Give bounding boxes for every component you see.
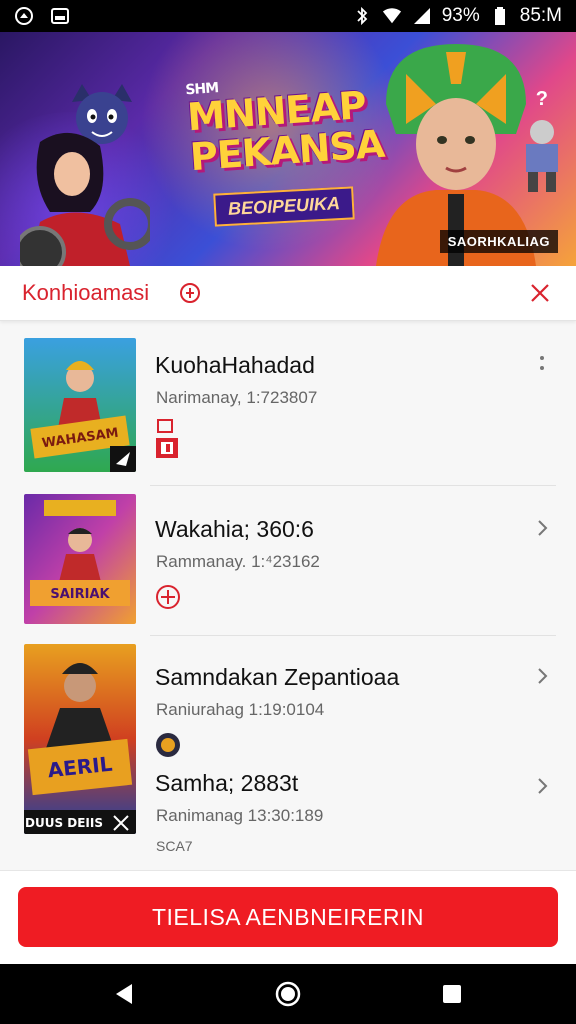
item-title: KuohaHahadad	[155, 352, 315, 378]
battery-icon	[490, 6, 510, 26]
recents-icon[interactable]	[438, 980, 466, 1008]
signal-icon	[412, 6, 432, 26]
bottom-sheet: Konhioamasi WAHASAM KuohaHahadad Nariman…	[0, 266, 576, 964]
target-icon	[156, 585, 180, 609]
close-button[interactable]	[526, 279, 554, 307]
home-icon[interactable]	[274, 980, 302, 1008]
calendar-icon	[156, 419, 178, 458]
wifi-icon	[382, 6, 402, 26]
list-item[interactable]: AERIL DUUS DEIIS Samndakan Zepantioaa Ra…	[0, 644, 576, 834]
trophy-icon	[156, 733, 180, 757]
chevron-right-icon[interactable]	[532, 666, 552, 686]
more-options-icon[interactable]	[532, 354, 552, 374]
cta-container: TIELISA AENBNEIRERIN	[0, 870, 576, 964]
promo-banner[interactable]: SHM MNNEAP PEKANSA BEOIPEUIKA ? SAORHKAL…	[0, 32, 576, 266]
banner-title: SHM MNNEAP PEKANSA	[185, 69, 401, 179]
sheet-header: Konhioamasi	[0, 266, 576, 321]
close-icon	[531, 284, 549, 302]
battery-percent: 93%	[441, 5, 480, 26]
banner-badge: SAORHKALIAG	[439, 230, 558, 253]
whatsapp-icon	[14, 6, 34, 26]
chevron-right-icon[interactable]	[532, 518, 552, 538]
bluetooth-icon	[352, 6, 372, 26]
item-subtitle: Rammanay. 1:⁴23162	[156, 552, 320, 571]
item-subtitle: Ranimanag 13:30:189	[156, 806, 324, 825]
game-thumbnail: SAIRIAK	[24, 494, 136, 624]
item-subtitle: Raniurahag 1:19:0104	[156, 700, 325, 719]
chevron-right-icon[interactable]	[532, 776, 552, 796]
back-icon[interactable]	[110, 980, 138, 1008]
help-icon[interactable]: ?	[536, 88, 548, 111]
robot-character-illustration	[526, 120, 558, 192]
status-bar: 93% 85:M	[0, 0, 576, 32]
game-thumbnail: WAHASAM	[24, 338, 136, 472]
list-item[interactable]: Samha; 2883t Ranimanag 13:30:189 SCA7	[0, 766, 576, 866]
navigation-bar	[0, 964, 576, 1024]
clock: 85:M	[519, 5, 562, 26]
info-icon[interactable]	[179, 282, 201, 304]
thumb-caption: SAIRIAK	[50, 587, 110, 602]
gallery-icon	[50, 6, 70, 26]
sheet-title: Konhioamasi	[22, 280, 150, 305]
divider	[150, 635, 556, 636]
item-code: SCA7	[156, 838, 193, 854]
item-title: Wakahia; 360:6	[155, 516, 314, 542]
item-title: Samha; 2883t	[155, 770, 299, 796]
primary-action-button[interactable]: TIELISA AENBNEIRERIN	[18, 887, 558, 947]
item-subtitle: Narimanay, 1:723807	[156, 388, 318, 407]
list-item[interactable]: WAHASAM KuohaHahadad Narimanay, 1:723807	[0, 338, 576, 478]
list-item[interactable]: SAIRIAK Wakahia; 360:6 Rammanay. 1:⁴2316…	[0, 494, 576, 634]
divider	[150, 485, 556, 486]
girl-character-illustration	[20, 132, 150, 266]
item-title: Samndakan Zepantioaa	[155, 664, 400, 690]
